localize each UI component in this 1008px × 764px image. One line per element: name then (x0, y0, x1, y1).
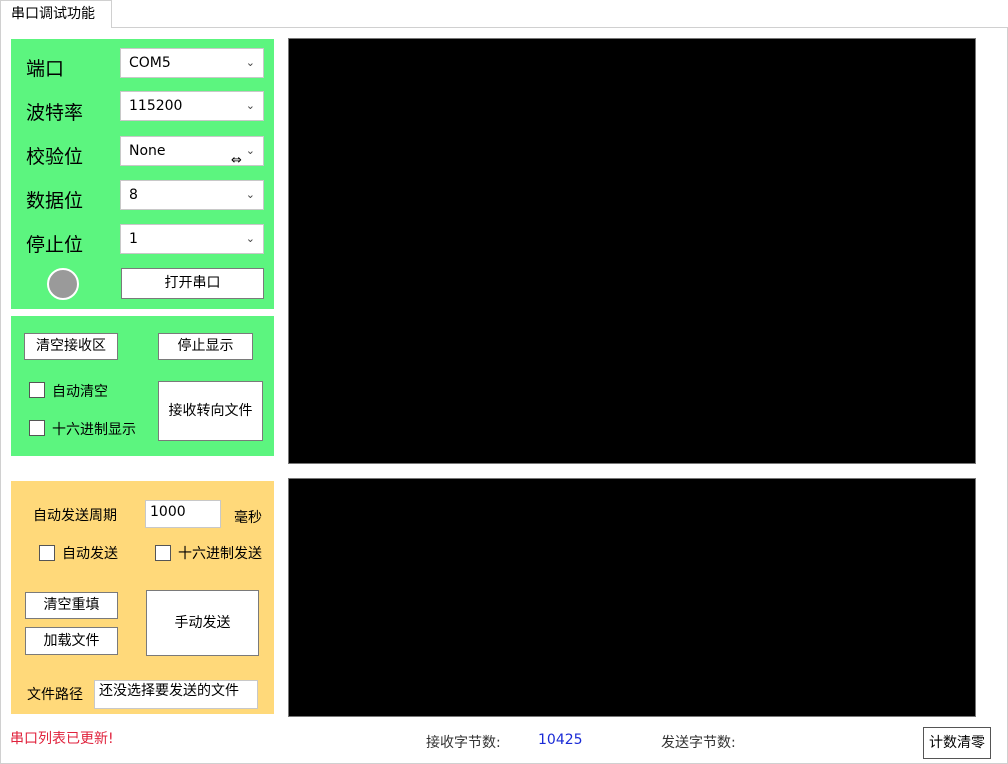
file-path-label: 文件路径 (27, 687, 83, 703)
open-port-button[interactable]: 打开串口 (121, 268, 264, 299)
period-unit-label: 毫秒 (234, 510, 262, 526)
receive-display-area[interactable] (288, 38, 976, 464)
baud-label: 波特率 (26, 102, 84, 124)
databits-value: 8 (129, 187, 138, 203)
auto-send-label: 自动发送 (62, 546, 118, 562)
clear-refill-button[interactable]: 清空重填 (25, 592, 118, 619)
hex-display-label: 十六进制显示 (52, 422, 136, 438)
parity-select[interactable]: None ⌄ (120, 136, 264, 166)
databits-select[interactable]: 8 ⌄ (120, 180, 264, 210)
stopbits-label: 停止位 (26, 234, 84, 256)
parity-value: None (129, 143, 166, 159)
clear-receive-button[interactable]: 清空接收区 (24, 333, 118, 360)
reset-count-button[interactable]: 计数清零 (923, 727, 991, 759)
port-select[interactable]: COM5 ⌄ (120, 48, 264, 78)
resize-horizontal-icon: ⇔ (231, 153, 242, 168)
port-value: COM5 (129, 55, 171, 71)
rx-count-value: 10425 (538, 732, 583, 748)
databits-label: 数据位 (26, 190, 84, 212)
baud-select[interactable]: 115200 ⌄ (120, 91, 264, 121)
rx-count-label: 接收字节数: (426, 735, 501, 751)
chevron-down-icon: ⌄ (245, 99, 255, 112)
auto-clear-checkbox[interactable] (29, 382, 45, 398)
auto-send-period-label: 自动发送周期 (33, 508, 117, 524)
hex-send-label: 十六进制发送 (178, 546, 262, 562)
redirect-to-file-button[interactable]: 接收转向文件 (158, 381, 263, 441)
parity-label: 校验位 (26, 146, 84, 168)
stopbits-value: 1 (129, 231, 138, 247)
auto-clear-label: 自动清空 (52, 384, 108, 400)
chevron-down-icon: ⌄ (245, 144, 255, 157)
status-message: 串口列表已更新! (10, 731, 114, 747)
port-status-indicator (47, 268, 79, 300)
port-label: 端口 (26, 58, 65, 80)
chevron-down-icon: ⌄ (245, 188, 255, 201)
send-input-area[interactable] (288, 478, 976, 717)
chevron-down-icon: ⌄ (245, 56, 255, 69)
file-path-field[interactable]: 还没选择要发送的文件 (94, 680, 258, 709)
stop-display-button[interactable]: 停止显示 (158, 333, 253, 360)
stopbits-select[interactable]: 1 ⌄ (120, 224, 264, 254)
auto-send-checkbox[interactable] (39, 545, 55, 561)
auto-send-period-input[interactable]: 1000 (145, 500, 221, 528)
hex-display-checkbox[interactable] (29, 420, 45, 436)
hex-send-checkbox[interactable] (155, 545, 171, 561)
load-file-button[interactable]: 加载文件 (25, 627, 118, 655)
tx-count-label: 发送字节数: (661, 735, 736, 751)
chevron-down-icon: ⌄ (245, 232, 255, 245)
manual-send-button[interactable]: 手动发送 (146, 590, 259, 656)
baud-value: 115200 (129, 98, 183, 114)
tab-serial-debug[interactable]: 串口调试功能 (0, 0, 112, 28)
